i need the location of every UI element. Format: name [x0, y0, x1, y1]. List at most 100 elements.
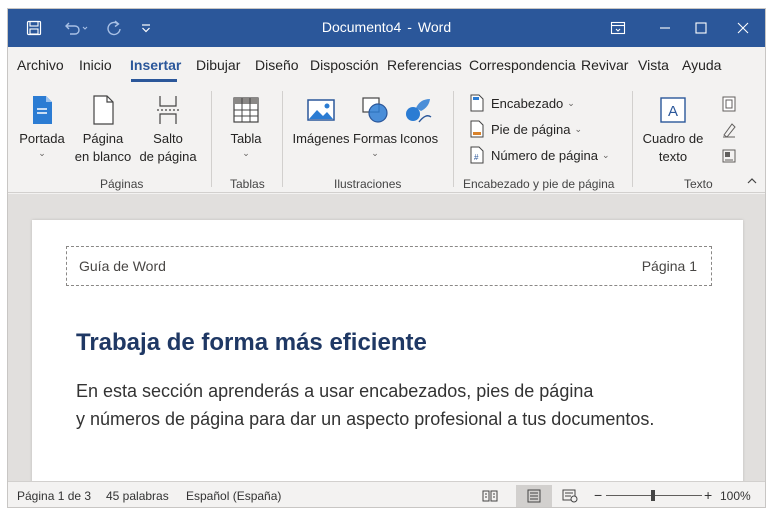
drop-cap-button[interactable]: [719, 147, 739, 170]
document-page[interactable]: Guía de Word Página 1 Trabaja de forma m…: [32, 220, 743, 481]
cuadro-de-texto-button[interactable]: A Cuadro de texto: [640, 95, 706, 166]
shapes-icon: [362, 97, 388, 123]
zoom-slider[interactable]: [606, 490, 702, 501]
zoom-level[interactable]: 100%: [720, 489, 751, 503]
salto-label-1: Salto: [153, 131, 183, 146]
tab-archivo[interactable]: Archivo: [17, 57, 64, 73]
footer-icon: [470, 120, 484, 138]
header-page-number[interactable]: Página 1: [642, 258, 697, 274]
tabla-button[interactable]: Tabla ⌄: [224, 95, 268, 158]
ribbon-display-icon[interactable]: [598, 9, 638, 47]
wordart-icon: [723, 123, 736, 138]
quick-parts-button[interactable]: [719, 95, 739, 118]
header-icon: [470, 94, 484, 112]
close-icon[interactable]: [723, 9, 763, 47]
tab-insertar[interactable]: Insertar: [130, 57, 181, 73]
zoom-out-button[interactable]: −: [594, 487, 602, 503]
svg-text:#: #: [474, 153, 479, 162]
status-bar: Página 1 de 3 45 palabras Español (Españ…: [8, 481, 765, 507]
title-separator: -: [407, 19, 412, 35]
formas-label: Formas: [353, 131, 398, 146]
tab-diseno[interactable]: Diseño: [255, 57, 299, 73]
app-name: Word: [417, 19, 452, 35]
title-bar: Documento4- Word: [8, 9, 765, 47]
body-line-1[interactable]: En esta sección aprenderás a usar encabe…: [76, 377, 716, 405]
pagina-label-1: Página: [82, 131, 124, 146]
collapse-ribbon-icon[interactable]: [744, 173, 760, 191]
portada-button[interactable]: Portada ⌄: [18, 95, 66, 158]
word-window: Documento4- Word Archivo Inicio Insertar …: [7, 8, 766, 508]
group-label-ilustraciones: Ilustraciones: [334, 177, 402, 191]
zoom-slider-thumb[interactable]: [651, 490, 655, 501]
word-count[interactable]: 45 palabras: [106, 489, 169, 503]
ribbon-tabs: Archivo Inicio Insertar Dibujar Diseño D…: [8, 47, 765, 85]
active-tab-indicator: [131, 79, 177, 82]
header-left-text[interactable]: Guía de Word: [79, 258, 166, 274]
blank-page-icon: [93, 95, 114, 125]
chevron-down-icon: ⌄: [601, 149, 610, 160]
quick-parts-icon: [722, 96, 736, 112]
salto-label-2: de página: [139, 149, 197, 164]
group-separator: [282, 91, 283, 187]
cuadro-label-1: Cuadro de: [642, 131, 704, 146]
group-separator: [453, 91, 454, 187]
minimize-icon[interactable]: [645, 9, 685, 47]
tab-disposicion[interactable]: Disposción: [310, 57, 378, 73]
pie-de-pagina-button[interactable]: Pie de página ⌄: [470, 120, 582, 138]
pagina-label-2: en blanco: [74, 149, 132, 164]
pictures-icon: [307, 99, 335, 121]
imagenes-label: Imágenes: [292, 131, 350, 146]
page-number-icon: #: [470, 146, 484, 164]
body-line-2[interactable]: y números de página para dar un aspecto …: [76, 405, 716, 433]
formas-button[interactable]: Formas ⌄: [353, 95, 397, 158]
numero-de-pagina-button[interactable]: # Número de página ⌄: [470, 146, 610, 164]
pie-label: Pie de página: [491, 121, 571, 137]
icons-icon: [406, 99, 432, 123]
imagenes-button[interactable]: Imágenes: [292, 95, 350, 148]
read-mode-icon[interactable]: [476, 485, 504, 507]
ribbon-insertar: Portada ⌄ Página en blanco Salto de pági…: [8, 85, 765, 193]
page-break-icon: [157, 96, 179, 124]
print-layout-icon[interactable]: [516, 485, 552, 507]
cover-page-icon: [33, 96, 52, 124]
group-label-tablas: Tablas: [230, 177, 265, 191]
page-header[interactable]: Guía de Word Página 1: [66, 246, 712, 286]
iconos-label: Iconos: [399, 131, 439, 146]
chevron-down-icon: ⌄: [567, 97, 575, 108]
document-heading[interactable]: Trabaja de forma más eficiente: [76, 329, 427, 357]
group-label-texto: Texto: [684, 177, 713, 191]
language[interactable]: Español (España): [186, 489, 281, 503]
portada-label: Portada: [19, 131, 65, 146]
salto-de-pagina-button[interactable]: Salto de página: [138, 95, 198, 166]
numero-label: Número de página: [491, 147, 598, 163]
chevron-down-icon: ⌄: [574, 123, 583, 134]
tab-correspondencia[interactable]: Correspondencia: [469, 57, 576, 73]
tab-referencias[interactable]: Referencias: [387, 57, 462, 73]
tab-ayuda[interactable]: Ayuda: [682, 57, 721, 73]
chevron-down-icon: ⌄: [242, 148, 250, 158]
document-body[interactable]: En esta sección aprenderás a usar encabe…: [76, 377, 716, 433]
group-separator: [632, 91, 633, 187]
tab-vista[interactable]: Vista: [638, 57, 669, 73]
document-name: Documento4: [321, 19, 402, 35]
drop-cap-icon: [722, 149, 736, 163]
table-icon: [233, 97, 259, 123]
encabezado-button[interactable]: Encabezado ⌄: [470, 94, 575, 112]
chevron-down-icon: ⌄: [371, 148, 379, 158]
tab-dibujar[interactable]: Dibujar: [196, 57, 240, 73]
chevron-down-icon: ⌄: [38, 148, 46, 158]
svg-text:A: A: [668, 103, 678, 120]
pagina-en-blanco-button[interactable]: Página en blanco: [73, 95, 133, 166]
text-box-icon: A: [660, 97, 686, 123]
wordart-button[interactable]: [719, 121, 739, 144]
document-area[interactable]: Guía de Word Página 1 Trabaja de forma m…: [8, 194, 765, 481]
tab-inicio[interactable]: Inicio: [79, 57, 112, 73]
maximize-icon[interactable]: [681, 9, 721, 47]
web-layout-icon[interactable]: [556, 485, 584, 507]
zoom-in-button[interactable]: +: [704, 487, 712, 503]
tab-revisar[interactable]: Revivar: [581, 57, 628, 73]
iconos-button[interactable]: Iconos: [399, 95, 439, 148]
page-count[interactable]: Página 1 de 3: [17, 489, 91, 503]
tabla-label: Tabla: [230, 131, 262, 146]
group-separator: [211, 91, 212, 187]
